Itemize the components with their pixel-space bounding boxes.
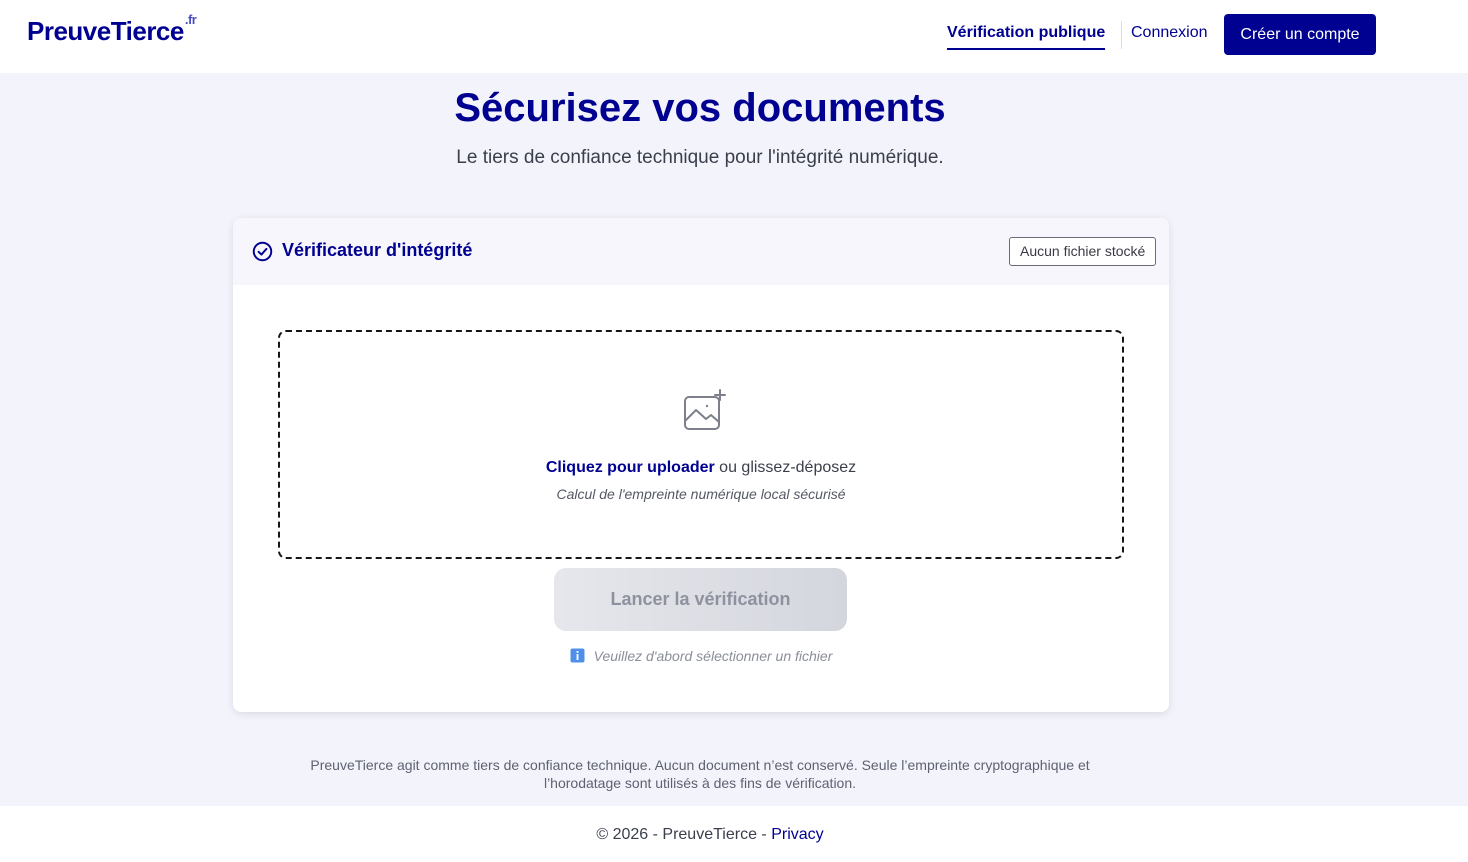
top-header: PreuveTierce.fr Vérification publique Co… <box>0 0 1468 73</box>
image-add-icon <box>684 389 726 430</box>
verifier-title: Vérificateur d'intégrité <box>282 240 473 260</box>
privacy-link[interactable]: Privacy <box>771 826 823 843</box>
brand-name: PreuveTierce <box>27 16 184 46</box>
verifier-card: Vérificateur d'intégrité Aucun fichier s… <box>233 218 1169 712</box>
brand-suffix: .fr <box>184 12 197 28</box>
start-verification-button[interactable]: Lancer la vérification <box>554 568 847 631</box>
page-title: Sécurisez vos documents <box>454 86 946 130</box>
selection-hint-text: Veuillez d'abord sélectionner un fichier <box>593 648 833 664</box>
brand-logo[interactable]: PreuveTierce.fr <box>27 12 197 47</box>
nav-public-verification[interactable]: Vérification publique <box>947 24 1106 50</box>
status-badge: Aucun fichier stocké <box>1009 237 1157 266</box>
nav-divider <box>1121 21 1122 49</box>
circle-check-icon <box>252 241 273 262</box>
verifier-card-header: Vérificateur d'intégrité Aucun fichier s… <box>233 218 1169 285</box>
nav-login-link[interactable]: Connexion <box>1131 24 1208 42</box>
disclaimer-text: PreuveTierce agit comme tiers de confian… <box>310 757 1090 791</box>
upload-instruction: Cliquez pour uploader ou glissez-déposez <box>280 459 1122 477</box>
selection-hint: Veuillez d'abord sélectionner un fichier <box>233 648 1169 664</box>
page-footer: © 2026 - PreuveTierce - Privacy <box>0 806 1468 862</box>
info-icon <box>570 648 585 663</box>
page-subtitle: Le tiers de confiance technique pour l'i… <box>456 147 944 168</box>
upload-note: Calcul de l'empreinte numérique local sé… <box>556 486 846 502</box>
upload-link[interactable]: Cliquez pour uploader <box>546 459 715 476</box>
file-dropzone[interactable]: Cliquez pour uploader ou glissez-déposez… <box>278 330 1124 559</box>
copyright-text: © 2026 - PreuveTierce - <box>596 826 772 843</box>
upload-instruction-rest: ou glissez-déposez <box>714 459 857 476</box>
create-account-button[interactable]: Créer un compte <box>1224 14 1376 55</box>
footer-text: © 2026 - PreuveTierce - Privacy <box>0 826 1420 844</box>
